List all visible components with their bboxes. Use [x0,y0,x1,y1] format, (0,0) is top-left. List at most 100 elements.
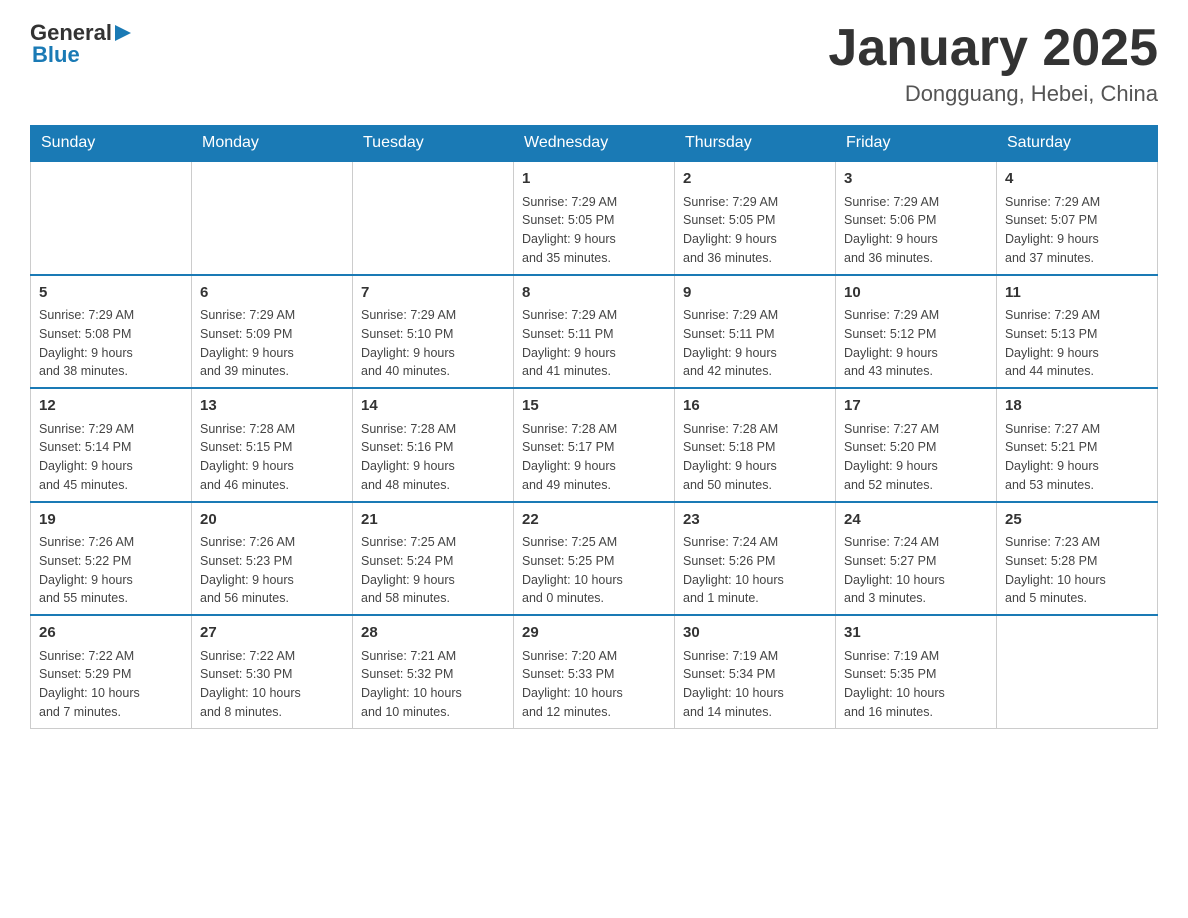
calendar-day-4: 4Sunrise: 7:29 AMSunset: 5:07 PMDaylight… [997,161,1158,275]
day-number: 13 [200,395,344,418]
calendar-day-22: 22Sunrise: 7:25 AMSunset: 5:25 PMDayligh… [514,502,675,616]
day-number: 28 [361,622,505,645]
day-number: 31 [844,622,988,645]
day-info: Sunrise: 7:26 AMSunset: 5:22 PMDaylight:… [39,533,183,608]
calendar-day-30: 30Sunrise: 7:19 AMSunset: 5:34 PMDayligh… [675,615,836,728]
day-number: 17 [844,395,988,418]
calendar-day-6: 6Sunrise: 7:29 AMSunset: 5:09 PMDaylight… [192,275,353,389]
day-number: 14 [361,395,505,418]
weekday-header-saturday: Saturday [997,126,1158,162]
day-info: Sunrise: 7:24 AMSunset: 5:27 PMDaylight:… [844,533,988,608]
day-info: Sunrise: 7:27 AMSunset: 5:21 PMDaylight:… [1005,420,1149,495]
day-info: Sunrise: 7:22 AMSunset: 5:30 PMDaylight:… [200,647,344,722]
day-number: 4 [1005,168,1149,191]
calendar-day-31: 31Sunrise: 7:19 AMSunset: 5:35 PMDayligh… [836,615,997,728]
day-info: Sunrise: 7:29 AMSunset: 5:10 PMDaylight:… [361,306,505,381]
day-info: Sunrise: 7:29 AMSunset: 5:11 PMDaylight:… [522,306,666,381]
weekday-header-sunday: Sunday [31,126,192,162]
day-info: Sunrise: 7:28 AMSunset: 5:17 PMDaylight:… [522,420,666,495]
day-info: Sunrise: 7:29 AMSunset: 5:12 PMDaylight:… [844,306,988,381]
day-number: 30 [683,622,827,645]
day-number: 1 [522,168,666,191]
day-number: 10 [844,282,988,305]
calendar-day-26: 26Sunrise: 7:22 AMSunset: 5:29 PMDayligh… [31,615,192,728]
calendar-day-17: 17Sunrise: 7:27 AMSunset: 5:20 PMDayligh… [836,388,997,502]
day-info: Sunrise: 7:29 AMSunset: 5:06 PMDaylight:… [844,193,988,268]
day-info: Sunrise: 7:26 AMSunset: 5:23 PMDaylight:… [200,533,344,608]
day-info: Sunrise: 7:25 AMSunset: 5:25 PMDaylight:… [522,533,666,608]
calendar-empty-cell [353,161,514,275]
day-info: Sunrise: 7:29 AMSunset: 5:09 PMDaylight:… [200,306,344,381]
day-number: 16 [683,395,827,418]
weekday-header-monday: Monday [192,126,353,162]
day-number: 23 [683,509,827,532]
calendar-week-row: 5Sunrise: 7:29 AMSunset: 5:08 PMDaylight… [31,275,1158,389]
day-info: Sunrise: 7:21 AMSunset: 5:32 PMDaylight:… [361,647,505,722]
day-number: 24 [844,509,988,532]
day-info: Sunrise: 7:20 AMSunset: 5:33 PMDaylight:… [522,647,666,722]
calendar-day-8: 8Sunrise: 7:29 AMSunset: 5:11 PMDaylight… [514,275,675,389]
day-info: Sunrise: 7:28 AMSunset: 5:16 PMDaylight:… [361,420,505,495]
calendar-week-row: 12Sunrise: 7:29 AMSunset: 5:14 PMDayligh… [31,388,1158,502]
day-number: 15 [522,395,666,418]
calendar-day-13: 13Sunrise: 7:28 AMSunset: 5:15 PMDayligh… [192,388,353,502]
weekday-header-wednesday: Wednesday [514,126,675,162]
day-info: Sunrise: 7:19 AMSunset: 5:35 PMDaylight:… [844,647,988,722]
calendar-day-10: 10Sunrise: 7:29 AMSunset: 5:12 PMDayligh… [836,275,997,389]
calendar-day-9: 9Sunrise: 7:29 AMSunset: 5:11 PMDaylight… [675,275,836,389]
calendar-day-18: 18Sunrise: 7:27 AMSunset: 5:21 PMDayligh… [997,388,1158,502]
calendar-day-29: 29Sunrise: 7:20 AMSunset: 5:33 PMDayligh… [514,615,675,728]
day-number: 11 [1005,282,1149,305]
day-info: Sunrise: 7:28 AMSunset: 5:18 PMDaylight:… [683,420,827,495]
day-info: Sunrise: 7:29 AMSunset: 5:05 PMDaylight:… [522,193,666,268]
weekday-header-thursday: Thursday [675,126,836,162]
calendar-empty-cell [192,161,353,275]
title-block: January 2025 Dongguang, Hebei, China [828,20,1158,107]
day-number: 22 [522,509,666,532]
day-number: 18 [1005,395,1149,418]
day-info: Sunrise: 7:19 AMSunset: 5:34 PMDaylight:… [683,647,827,722]
calendar-day-14: 14Sunrise: 7:28 AMSunset: 5:16 PMDayligh… [353,388,514,502]
calendar-week-row: 1Sunrise: 7:29 AMSunset: 5:05 PMDaylight… [31,161,1158,275]
day-number: 26 [39,622,183,645]
calendar-empty-cell [31,161,192,275]
day-number: 7 [361,282,505,305]
day-number: 20 [200,509,344,532]
calendar-title: January 2025 [828,20,1158,77]
day-info: Sunrise: 7:27 AMSunset: 5:20 PMDaylight:… [844,420,988,495]
day-number: 25 [1005,509,1149,532]
calendar-day-24: 24Sunrise: 7:24 AMSunset: 5:27 PMDayligh… [836,502,997,616]
calendar-day-5: 5Sunrise: 7:29 AMSunset: 5:08 PMDaylight… [31,275,192,389]
weekday-header-tuesday: Tuesday [353,126,514,162]
calendar-table: SundayMondayTuesdayWednesdayThursdayFrid… [30,125,1158,729]
calendar-day-1: 1Sunrise: 7:29 AMSunset: 5:05 PMDaylight… [514,161,675,275]
day-number: 6 [200,282,344,305]
day-number: 21 [361,509,505,532]
day-number: 19 [39,509,183,532]
calendar-day-25: 25Sunrise: 7:23 AMSunset: 5:28 PMDayligh… [997,502,1158,616]
calendar-subtitle: Dongguang, Hebei, China [828,81,1158,107]
calendar-day-16: 16Sunrise: 7:28 AMSunset: 5:18 PMDayligh… [675,388,836,502]
day-info: Sunrise: 7:29 AMSunset: 5:13 PMDaylight:… [1005,306,1149,381]
logo: General Blue [30,20,134,68]
day-info: Sunrise: 7:22 AMSunset: 5:29 PMDaylight:… [39,647,183,722]
calendar-day-19: 19Sunrise: 7:26 AMSunset: 5:22 PMDayligh… [31,502,192,616]
day-number: 5 [39,282,183,305]
calendar-day-7: 7Sunrise: 7:29 AMSunset: 5:10 PMDaylight… [353,275,514,389]
calendar-empty-cell [997,615,1158,728]
calendar-header-row: SundayMondayTuesdayWednesdayThursdayFrid… [31,126,1158,162]
weekday-header-friday: Friday [836,126,997,162]
calendar-day-27: 27Sunrise: 7:22 AMSunset: 5:30 PMDayligh… [192,615,353,728]
day-number: 8 [522,282,666,305]
calendar-day-15: 15Sunrise: 7:28 AMSunset: 5:17 PMDayligh… [514,388,675,502]
day-info: Sunrise: 7:25 AMSunset: 5:24 PMDaylight:… [361,533,505,608]
day-number: 27 [200,622,344,645]
logo-triangle-icon [113,23,133,43]
day-info: Sunrise: 7:23 AMSunset: 5:28 PMDaylight:… [1005,533,1149,608]
day-info: Sunrise: 7:24 AMSunset: 5:26 PMDaylight:… [683,533,827,608]
day-info: Sunrise: 7:29 AMSunset: 5:07 PMDaylight:… [1005,193,1149,268]
calendar-week-row: 26Sunrise: 7:22 AMSunset: 5:29 PMDayligh… [31,615,1158,728]
calendar-week-row: 19Sunrise: 7:26 AMSunset: 5:22 PMDayligh… [31,502,1158,616]
day-number: 3 [844,168,988,191]
day-number: 2 [683,168,827,191]
